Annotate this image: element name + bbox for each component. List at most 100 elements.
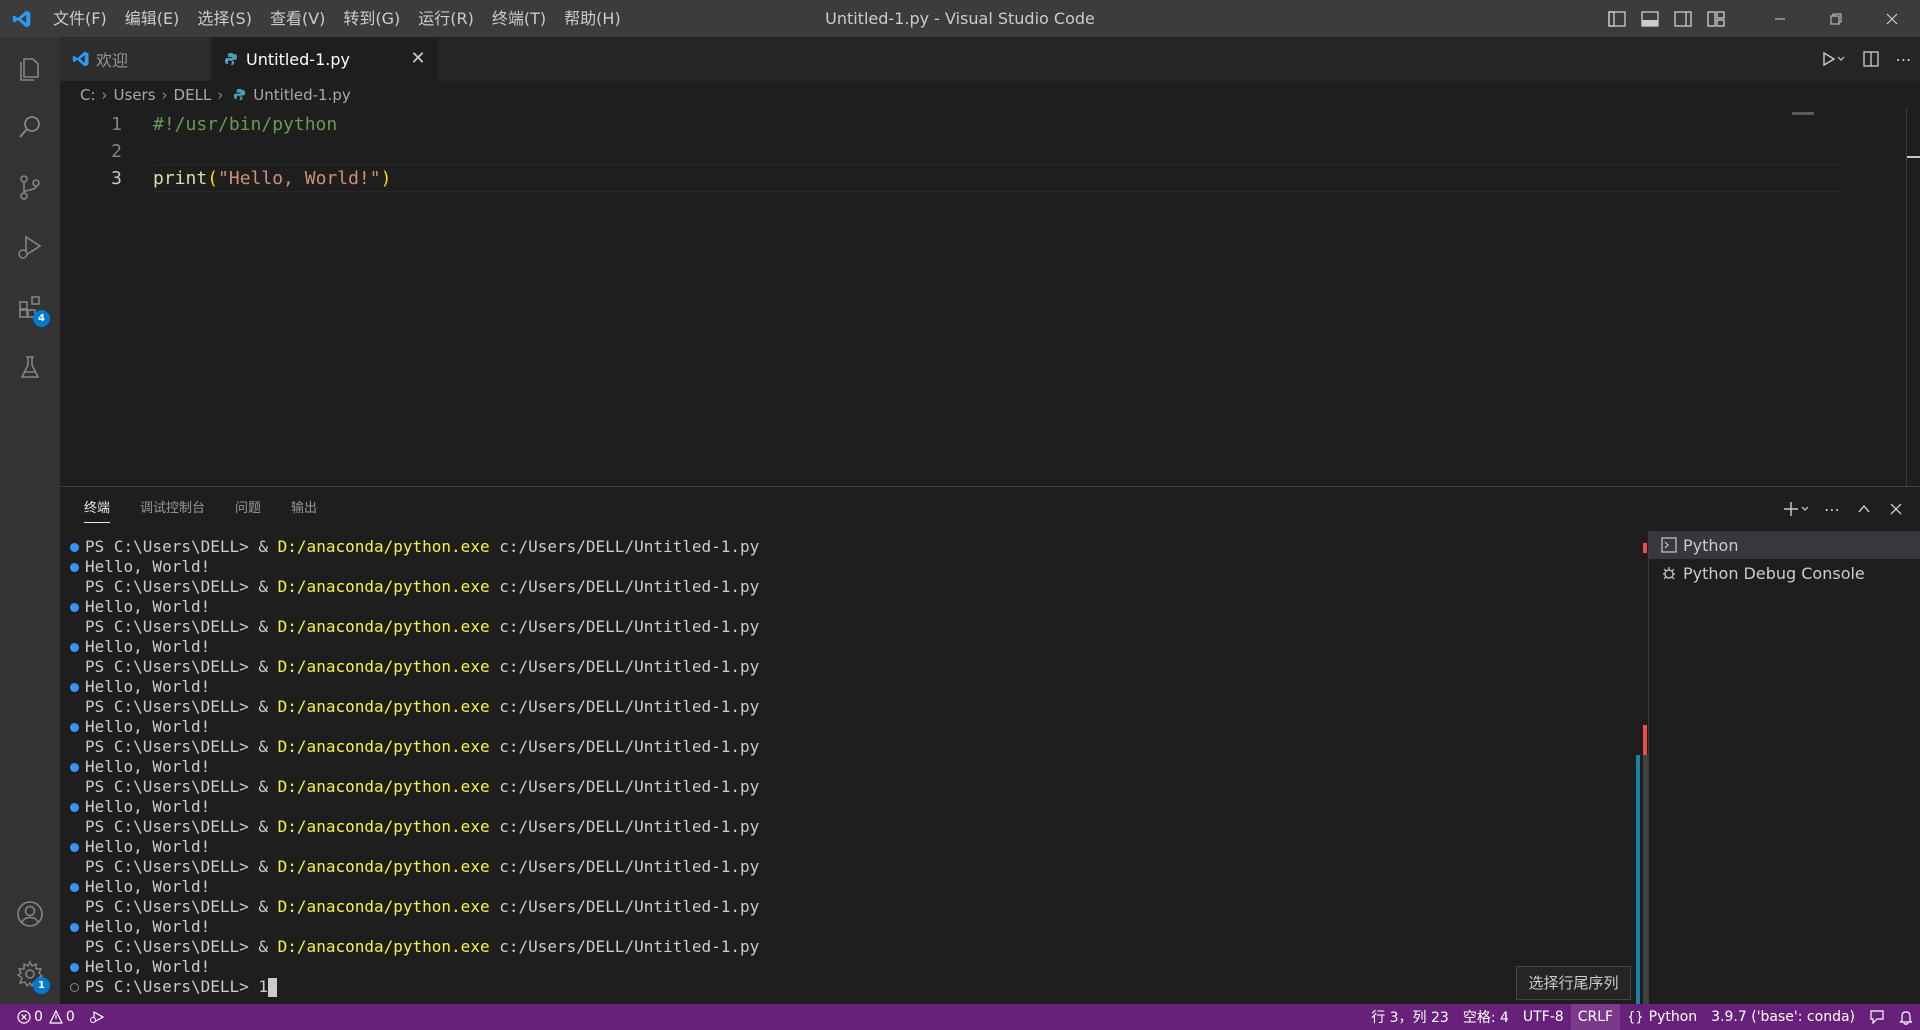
editor-scrollbar[interactable]	[1906, 108, 1920, 486]
command-decoration-icon[interactable]	[70, 683, 79, 692]
exe-path: D:/anaconda/python.exe	[277, 617, 490, 636]
tooltip: 选择行尾序列	[1516, 966, 1631, 1000]
end-of-line[interactable]: CRLF	[1570, 1004, 1621, 1030]
command-decoration-icon[interactable]	[70, 963, 79, 972]
command-decoration-icon[interactable]	[70, 563, 79, 572]
terminal-output-line: Hello, World!	[85, 597, 211, 616]
prompt: PS C:\Users\DELL>	[85, 657, 259, 676]
maximize-panel-icon[interactable]	[1848, 493, 1880, 525]
terminal-prompt-line: PS C:\Users\DELL> 1	[85, 977, 278, 997]
terminal-command-line: PS C:\Users\DELL> & D:/anaconda/python.e…	[85, 937, 760, 956]
activity-bar: 4 1	[0, 37, 60, 1004]
prompt: PS C:\Users\DELL>	[85, 897, 259, 916]
command-decoration-icon[interactable]	[70, 763, 79, 772]
terminal-output-line: Hello, World!	[85, 877, 211, 896]
code-string: "Hello, World!"	[218, 168, 381, 189]
run-python-file-icon[interactable]	[1814, 41, 1854, 78]
feedback-icon[interactable]	[1862, 1004, 1892, 1030]
command-decoration-icon[interactable]	[70, 923, 79, 932]
breadcrumb-drive[interactable]: C:	[80, 86, 96, 104]
menu-item[interactable]: 转到(G)	[334, 0, 409, 37]
minimize-button[interactable]	[1752, 0, 1808, 37]
debug-icon	[1661, 565, 1677, 581]
terminal-command-line: PS C:\Users\DELL> & D:/anaconda/python.e…	[85, 777, 760, 796]
encoding[interactable]: UTF-8	[1516, 1004, 1571, 1030]
terminal-item-label: Python	[1683, 535, 1739, 555]
warning-icon	[48, 1010, 63, 1024]
tab-welcome[interactable]: 欢迎	[60, 37, 210, 81]
close-tab-icon[interactable]: ✕	[408, 49, 428, 69]
menu-item[interactable]: 查看(V)	[261, 0, 334, 37]
python-interpreter[interactable]: 3.9.7 ('base': conda)	[1704, 1004, 1862, 1030]
menu-item[interactable]: 终端(T)	[483, 0, 555, 37]
command-decoration-icon[interactable]	[70, 603, 79, 612]
terminal-output[interactable]: PS C:\Users\DELL> & D:/anaconda/python.e…	[60, 535, 1648, 1005]
code-editor[interactable]: 1 #!/usr/bin/python 2 3 print("Hello, Wo…	[60, 108, 1920, 486]
tab-terminal[interactable]: 终端	[84, 487, 111, 531]
tab-untitled-1[interactable]: Untitled-1.py ✕	[212, 37, 438, 81]
title-bar: 文件(F) 编辑(E) 选择(S) 查看(V) 转到(G) 运行(R) 终端(T) 帮助(H)…	[0, 0, 1920, 37]
breadcrumb: C: › Users › DELL › Untitled-1.py	[60, 81, 1920, 108]
terminal-item-debug-console[interactable]: Python Debug Console	[1649, 559, 1920, 587]
restore-button[interactable]	[1808, 0, 1864, 37]
error-icon	[17, 1010, 31, 1024]
terminal-item-python[interactable]: Python	[1649, 531, 1920, 559]
extensions-icon[interactable]: 4	[0, 277, 60, 337]
breadcrumb-file[interactable]: Untitled-1.py	[253, 86, 350, 104]
menu-item[interactable]: 帮助(H)	[555, 0, 630, 37]
run-debug-status-icon[interactable]	[82, 1004, 112, 1030]
terminal-icon	[1661, 537, 1677, 553]
source-control-icon[interactable]	[0, 157, 60, 217]
toggle-primary-sidebar-icon[interactable]	[1600, 0, 1633, 37]
command-decoration-icon[interactable]	[70, 723, 79, 732]
command-decoration-icon[interactable]	[70, 983, 79, 992]
more-actions-icon[interactable]: ⋯	[1816, 493, 1848, 525]
language-mode[interactable]: {} Python	[1620, 1004, 1704, 1030]
minimap[interactable]	[1792, 112, 1814, 115]
tab-problems[interactable]: 问题	[235, 487, 261, 531]
prompt: PS C:\Users\DELL>	[85, 977, 259, 996]
prompt: PS C:\Users\DELL>	[85, 777, 259, 796]
current-line-highlight	[153, 165, 1843, 192]
command-decoration-icon[interactable]	[70, 643, 79, 652]
explorer-icon[interactable]	[0, 37, 60, 97]
toggle-secondary-sidebar-icon[interactable]	[1666, 0, 1699, 37]
exe-path: D:/anaconda/python.exe	[277, 657, 490, 676]
menu-item[interactable]: 文件(F)	[44, 0, 116, 37]
close-panel-icon[interactable]	[1880, 493, 1912, 525]
search-icon[interactable]	[0, 97, 60, 157]
indentation[interactable]: 空格: 4	[1456, 1004, 1516, 1030]
breadcrumb-users[interactable]: Users	[114, 86, 156, 104]
command-decoration-icon[interactable]	[70, 843, 79, 852]
terminal-cursor	[268, 978, 278, 997]
accounts-icon[interactable]	[0, 884, 60, 944]
command-decoration-icon[interactable]	[70, 803, 79, 812]
command-decoration-icon[interactable]	[70, 543, 79, 552]
tab-output[interactable]: 输出	[291, 487, 317, 531]
tab-debug-console[interactable]: 调试控制台	[140, 487, 205, 531]
menu-item[interactable]: 编辑(E)	[116, 0, 189, 37]
manage-gear-icon[interactable]: 1	[0, 944, 60, 1004]
toggle-panel-icon[interactable]	[1633, 0, 1666, 37]
menu-item[interactable]: 选择(S)	[188, 0, 261, 37]
terminal-scrollbar[interactable]	[1636, 535, 1648, 1005]
terminal-tabs-list: Python Python Debug Console	[1648, 531, 1920, 1005]
split-editor-icon[interactable]	[1854, 41, 1887, 78]
command-decoration-icon[interactable]	[70, 883, 79, 892]
error-count: 0	[34, 1009, 43, 1025]
testing-icon[interactable]	[0, 337, 60, 397]
problems-status[interactable]: 0 0	[10, 1004, 82, 1030]
close-window-button[interactable]	[1864, 0, 1920, 37]
new-terminal-icon[interactable]	[1776, 493, 1816, 525]
run-debug-icon[interactable]	[0, 217, 60, 277]
vscode-small-icon	[72, 50, 90, 68]
prompt: PS C:\Users\DELL>	[85, 857, 259, 876]
menu-item[interactable]: 运行(R)	[409, 0, 483, 37]
notifications-bell-icon[interactable]	[1892, 1004, 1920, 1030]
breadcrumb-user[interactable]: DELL	[174, 86, 212, 104]
more-actions-icon[interactable]: ⋯	[1887, 41, 1920, 78]
customize-layout-icon[interactable]	[1699, 0, 1732, 37]
cursor-position[interactable]: 行 3，列 23	[1364, 1004, 1456, 1030]
terminal-command-line: PS C:\Users\DELL> & D:/anaconda/python.e…	[85, 577, 760, 596]
terminal-output-line: Hello, World!	[85, 837, 211, 856]
